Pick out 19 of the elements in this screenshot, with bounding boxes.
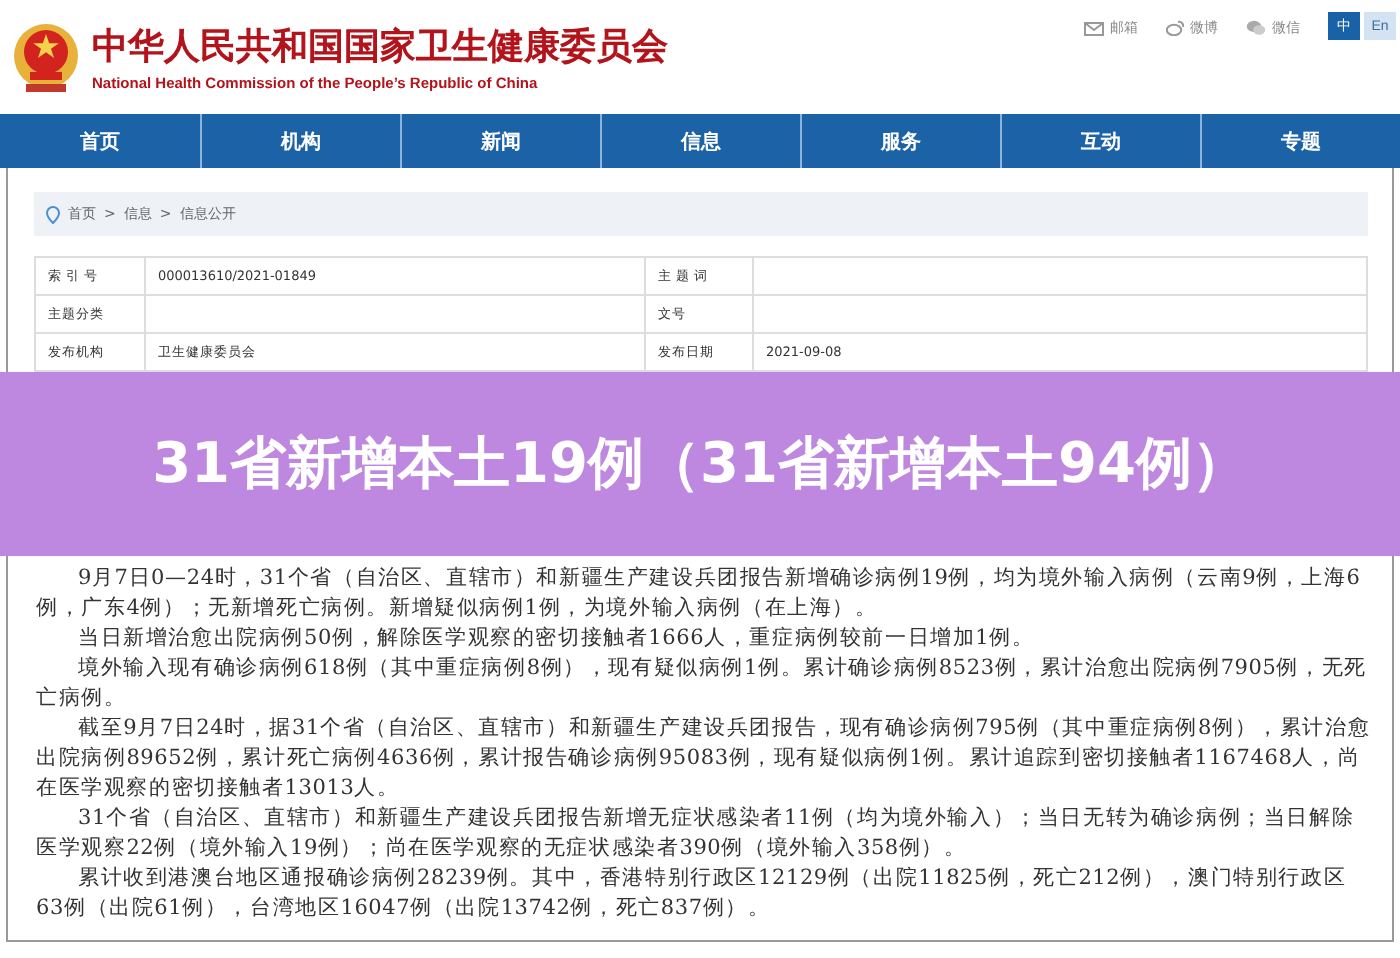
location-pin-icon — [46, 205, 60, 223]
mail-icon — [1084, 21, 1104, 35]
nav-item[interactable]: 服务 — [800, 114, 1000, 168]
nav-item[interactable]: 专题 — [1200, 114, 1400, 168]
nav-item[interactable]: 新闻 — [400, 114, 600, 168]
article-paragraph: 当日新增治愈出院病例50例，解除医学观察的密切接触者1666人，重症病例较前一日增加1例。 — [76, 624, 1037, 654]
article-paragraph: 9月7日0—24时，31个省（自治区、直辖市）和新疆生产建设兵团报告新增确诊病例19例，均为境外输入病例（云南9例，上海6例，广东4例）；无新增死亡病例。新增疑似病例1例，为境外输入病例（在上海）。 — [36, 564, 1363, 624]
nav-item[interactable]: 互动 — [1000, 114, 1200, 168]
article-paragraph: 境外输入现有确诊病例618例（其中重症病例8例），现有疑似病例1例。累计确诊病例8523例，累计治愈出院病例7905例，无死亡病例。 — [36, 654, 1369, 714]
nav-item[interactable]: 首页 — [0, 114, 200, 168]
headline-text: 31省新增本土19例（31省新增本土94例） — [150, 428, 1250, 500]
national-emblem-icon — [12, 21, 80, 93]
nav-item[interactable]: 机构 — [200, 114, 400, 168]
article-paragraph: 截至9月7日24时，据31个省（自治区、直辖市）和新疆生产建设兵团报告，现有确诊病例795例（其中重症病例8例），累计治愈出院病例89652例，累计死亡病例4636例，累计报告确诊病例95083例，现有疑似病例1例。累计追踪到密切接触者1167468人，尚在医学观察的密切接触者13013人。 — [36, 714, 1372, 804]
site-title: 中华人民共和国国家卫生健康委员会 — [92, 24, 668, 70]
chat-bubbles-icon — [1246, 20, 1266, 36]
article-paragraph: 31个省（自治区、直辖市）和新疆生产建设兵团报告新增无症状感染者11例（均为境外输入）；当日无转为确诊病例；当日解除医学观察22例（境外输入19例）；尚在医学观察的无症状感染者390例（境外输入358例）。 — [36, 804, 1357, 864]
nav-item[interactable]: 信息 — [600, 114, 800, 168]
article-paragraph: 累计收到港澳台地区通报确诊病例28239例。其中，香港特别行政区12129例（出院11825例，死亡212例），澳门特别行政区63例（出院61例），台湾地区16047例（出院13742例，死亡837例）。 — [36, 864, 1349, 924]
